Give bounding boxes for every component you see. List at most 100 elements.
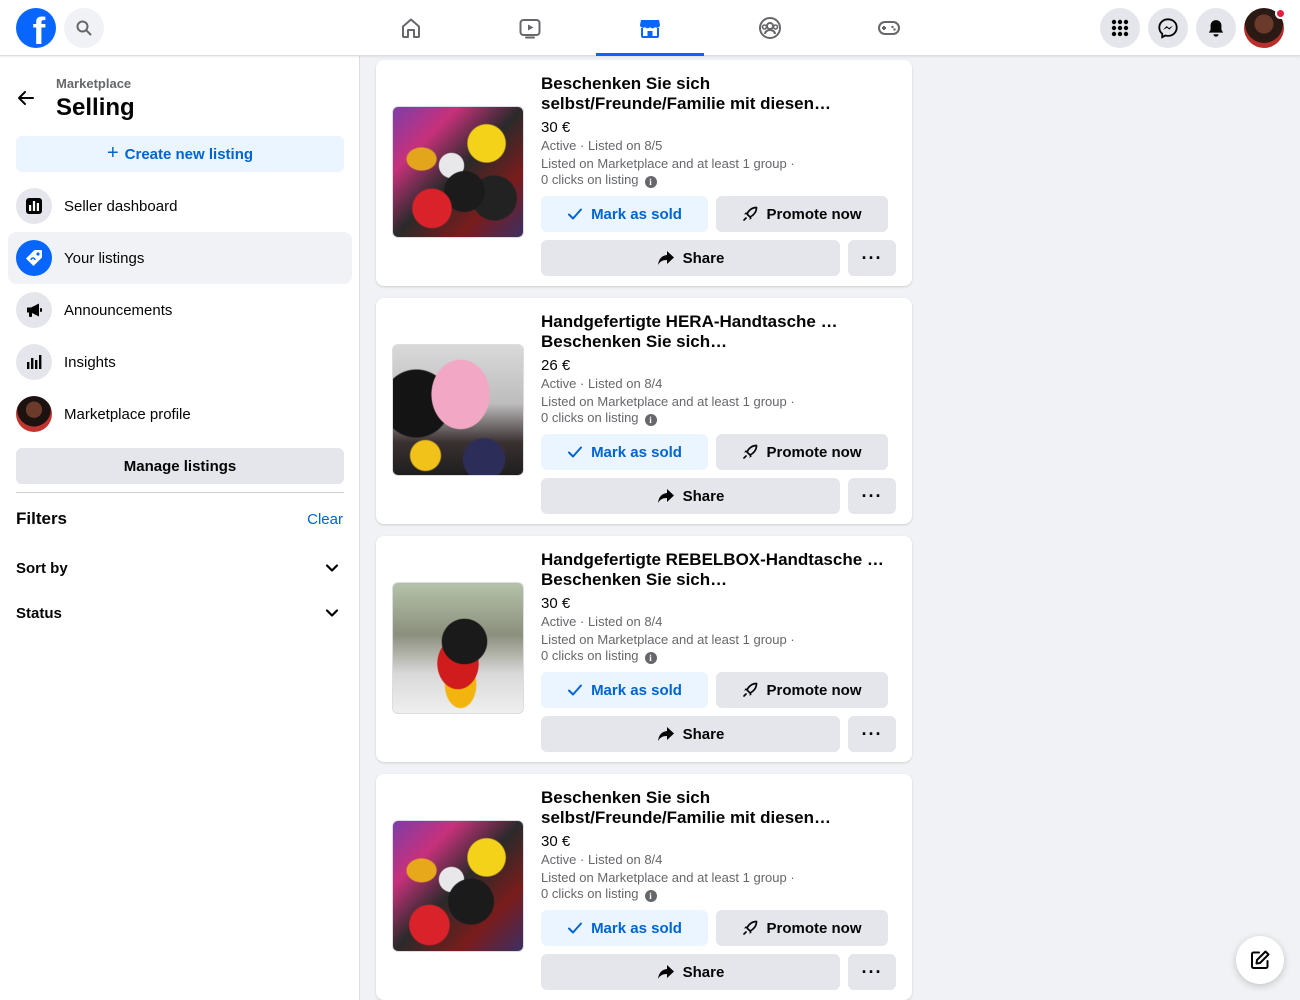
more-options-button[interactable]: ··· [848, 954, 896, 990]
listing-title[interactable]: Beschenken Sie sich selbst/Freunde/Famil… [541, 74, 896, 114]
promote-now-label: Promote now [766, 681, 862, 699]
listing-clicks: 0 clicks on listing i [541, 886, 657, 902]
compose-icon [1251, 950, 1270, 969]
rocket-icon [743, 920, 758, 935]
filter-status[interactable]: Status [16, 601, 344, 625]
nav-tab-gaming[interactable] [835, 0, 943, 56]
menu-button[interactable] [1100, 8, 1140, 48]
listing-photo[interactable] [392, 106, 524, 238]
notifications-button[interactable] [1196, 8, 1236, 48]
more-options-button[interactable]: ··· [848, 716, 896, 752]
share-arrow-icon [657, 251, 674, 265]
chevron-down-icon [320, 556, 344, 580]
avatar [16, 396, 52, 432]
new-message-button[interactable] [1236, 936, 1284, 984]
promote-now-label: Promote now [766, 443, 862, 461]
listing-title-line: Beschenken Sie sich… [541, 332, 728, 351]
info-icon[interactable]: i [644, 176, 657, 188]
tag-icon [16, 240, 52, 276]
messenger-icon [1158, 18, 1178, 39]
mark-as-sold-label: Mark as sold [591, 681, 682, 699]
checkmark-icon [568, 446, 583, 458]
sidebar-item-marketplace-profile[interactable]: Marketplace profile [8, 388, 352, 440]
gaming-icon [878, 21, 900, 35]
listing-photo[interactable] [392, 344, 524, 476]
sidebar-item-your-listings[interactable]: Your listings [8, 232, 352, 284]
promote-now-button[interactable]: Promote now [716, 196, 888, 232]
rocket-icon [743, 682, 758, 697]
listing-card: Beschenken Sie sich selbst/Freunde/Famil… [376, 774, 912, 1000]
home-icon [402, 18, 420, 38]
ellipsis-icon: ··· [861, 961, 883, 982]
nav-tab-watch[interactable] [476, 0, 584, 56]
listing-title[interactable]: Handgefertigte REBELBOX-Handtasche … Bes… [541, 550, 896, 590]
mark-as-sold-button[interactable]: Mark as sold [541, 910, 708, 946]
share-button[interactable]: Share [541, 954, 840, 990]
mark-as-sold-label: Mark as sold [591, 205, 682, 223]
listing-clicks: 0 clicks on listing i [541, 172, 657, 188]
promote-now-button[interactable]: Promote now [716, 910, 888, 946]
listing-photo[interactable] [392, 820, 524, 952]
listing-title-line: Beschenken Sie sich [541, 788, 711, 807]
listing-clicks-text: 0 clicks on listing [541, 648, 639, 663]
promote-now-button[interactable]: Promote now [716, 672, 888, 708]
sidebar-item-insights[interactable]: Insights [8, 336, 352, 388]
create-listing-button[interactable]: + Create new listing [16, 136, 344, 172]
listing-price: 30 € [541, 595, 571, 612]
sidebar-item-label: Marketplace profile [64, 405, 191, 423]
listing-clicks-text: 0 clicks on listing [541, 410, 639, 425]
back-button[interactable] [8, 80, 44, 116]
info-icon[interactable]: i [644, 890, 657, 902]
listing-card: Beschenken Sie sich selbst/Freunde/Famil… [376, 60, 912, 286]
listing-location: Listed on Marketplace and at least 1 gro… [541, 394, 795, 409]
mark-as-sold-button[interactable]: Mark as sold [541, 434, 708, 470]
listing-clicks: 0 clicks on listing i [541, 410, 657, 426]
breadcrumb[interactable]: Marketplace [56, 76, 131, 91]
listing-clicks-text: 0 clicks on listing [541, 886, 639, 901]
clear-filters-link[interactable]: Clear [307, 511, 343, 528]
listing-clicks-text: 0 clicks on listing [541, 172, 639, 187]
sidebar-item-seller-dashboard[interactable]: Seller dashboard [8, 180, 352, 232]
bell-icon [1208, 20, 1224, 37]
info-icon[interactable]: i [644, 652, 657, 664]
info-icon[interactable]: i [644, 414, 657, 426]
nav-tab-marketplace[interactable] [596, 0, 704, 56]
promote-now-button[interactable]: Promote now [716, 434, 888, 470]
plus-icon: + [106, 142, 119, 164]
sidebar-item-announcements[interactable]: Announcements [8, 284, 352, 336]
facebook-logo[interactable]: f [16, 8, 56, 48]
listing-price: 30 € [541, 119, 571, 136]
nav-tab-home[interactable] [357, 0, 465, 56]
manage-listings-button[interactable]: Manage listings [16, 448, 344, 484]
account-avatar[interactable] [1244, 8, 1286, 48]
more-options-button[interactable]: ··· [848, 240, 896, 276]
listing-photo[interactable] [392, 582, 524, 714]
listing-title[interactable]: Handgefertigte HERA-Handtasche … Beschen… [541, 312, 896, 352]
page-title: Selling [56, 94, 135, 121]
sidebar-item-label: Announcements [64, 301, 173, 319]
listing-price: 30 € [541, 833, 571, 850]
mark-as-sold-button[interactable]: Mark as sold [541, 672, 708, 708]
chevron-down-icon [320, 601, 344, 625]
marketplace-sidebar: Marketplace Selling + Create new listing… [0, 56, 360, 1000]
search-button[interactable] [64, 8, 104, 48]
listing-title[interactable]: Beschenken Sie sich selbst/Freunde/Famil… [541, 788, 896, 828]
share-button[interactable]: Share [541, 240, 840, 276]
share-button[interactable]: Share [541, 478, 840, 514]
listing-location: Listed on Marketplace and at least 1 gro… [541, 632, 795, 647]
promote-now-label: Promote now [766, 205, 862, 223]
facebook-logo-letter: f [32, 11, 46, 48]
listing-location: Listed on Marketplace and at least 1 gro… [541, 156, 795, 171]
share-button[interactable]: Share [541, 716, 840, 752]
mark-as-sold-button[interactable]: Mark as sold [541, 196, 708, 232]
share-arrow-icon [657, 965, 674, 979]
create-listing-label: Create new listing [124, 145, 254, 163]
megaphone-icon [16, 292, 52, 328]
more-options-button[interactable]: ··· [848, 478, 896, 514]
rocket-icon [743, 444, 758, 459]
checkmark-icon [568, 922, 583, 934]
nav-tab-groups[interactable] [716, 0, 824, 56]
checkmark-icon [568, 684, 583, 696]
filter-sort-by[interactable]: Sort by [16, 556, 344, 580]
messenger-button[interactable] [1148, 8, 1188, 48]
